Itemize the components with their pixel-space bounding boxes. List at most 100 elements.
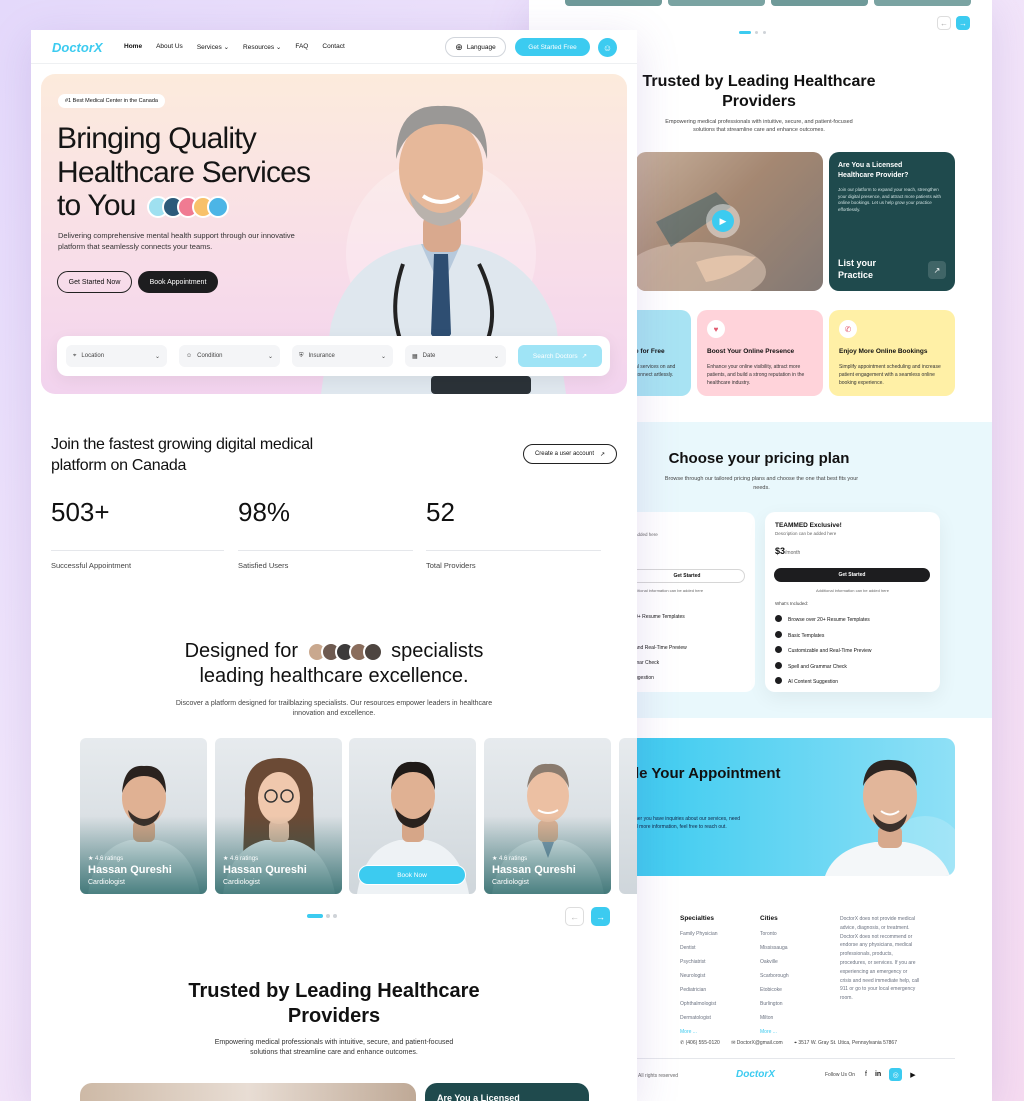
pricing-card-right: TEAMMED Exclusive! Description can be ad…	[765, 512, 940, 692]
logo[interactable]: DoctorX	[52, 40, 103, 55]
footer-rights: All rights reserved	[638, 1073, 679, 1079]
video-card[interactable]: ▶	[636, 152, 823, 291]
stat-3: 52 Total Providers	[426, 497, 601, 570]
phone-icon: ✆	[680, 1040, 685, 1046]
shield-icon: ⛨	[299, 352, 304, 359]
get-started-now-button[interactable]: Get Started Now	[57, 271, 132, 293]
footer-disclaimer: DoctorX does not provide medical advice,…	[840, 916, 920, 1002]
date-select[interactable]: ▦ Date ⌄	[405, 345, 506, 367]
doctor-name: Hassan Qureshi	[492, 864, 576, 876]
list-item: AI Content Suggestion	[775, 675, 871, 691]
doctor-carousel-dots[interactable]	[307, 914, 337, 918]
footer-contact: ✆ (406) 555-0120 ✉ DoctorX@gmail.com ⌖ 3…	[680, 1040, 897, 1046]
doctors-next-button[interactable]: →	[591, 907, 610, 926]
appointment-banner: le Your Appointment her you have inquiri…	[629, 738, 955, 876]
navbar: DoctorX Home About Us Services ⌄ Resourc…	[31, 30, 637, 64]
list-item: Spell and Grammar Check	[775, 660, 871, 676]
trusted-title-left: Trusted by Leading Healthcare Providers	[188, 980, 480, 1027]
trusted-subtitle: Empowering medical professionals with in…	[665, 119, 853, 133]
book-now-button[interactable]: Book Now	[358, 865, 466, 885]
designed-subtitle: Discover a platform designed for trailbl…	[175, 700, 493, 717]
search-doctors-button[interactable]: Search Doctors ↗	[518, 345, 602, 367]
language-button[interactable]: ⊕ Language	[445, 37, 506, 57]
location-pin-icon: ⌖	[73, 352, 77, 359]
heart-hand-icon: ♥	[707, 320, 725, 338]
nav-about[interactable]: About Us	[156, 43, 183, 51]
doctors-prev-button[interactable]: ←	[565, 907, 584, 926]
list-item: Basic Templates	[775, 629, 871, 645]
left-get-started-button[interactable]: Get Started	[629, 569, 745, 583]
arrow-up-right-icon[interactable]: ↗	[928, 261, 946, 279]
user-icon[interactable]: ☺	[598, 38, 617, 57]
arrow-up-right-icon: ↗	[581, 353, 588, 360]
instagram-icon[interactable]: ◎	[889, 1068, 903, 1081]
pricing-card-left: added here Get Started ditional informat…	[629, 512, 755, 692]
nav-home[interactable]: Home	[124, 43, 142, 51]
doctor-name: Hassan Qureshi	[88, 864, 172, 876]
calendar-icon: ▦	[412, 353, 418, 360]
designed-title: Designed for specialists leading healthc…	[184, 640, 484, 687]
top-cut-cards	[565, 0, 995, 6]
provider-card-cut[interactable]: Are You a Licensed	[425, 1083, 589, 1101]
user-circle-icon: ☺	[186, 353, 193, 359]
nav-faq[interactable]: FAQ	[295, 43, 308, 51]
get-started-free-button[interactable]: Get Started Free	[515, 38, 590, 56]
provider-card-cta: List your Practice	[838, 258, 877, 280]
nav-links: Home About Us Services ⌄ Resources ⌄ FAQ…	[124, 43, 345, 51]
doctor-role: Cardiologist	[223, 879, 260, 886]
hero-title: Bringing Quality Healthcare Services to …	[57, 122, 311, 222]
play-button[interactable]: ▶	[706, 204, 740, 238]
book-appointment-button[interactable]: Book Appointment	[138, 271, 218, 293]
nav-services[interactable]: Services ⌄	[197, 43, 229, 51]
stats-heading: Join the fastest growing digital medical…	[51, 436, 313, 474]
list-item: Browse over 20+ Resume Templates	[775, 613, 871, 629]
linkedin-icon[interactable]: in	[875, 1071, 881, 1078]
doctor-role: Cardiologist	[88, 879, 125, 886]
search-bar: ⌖ Location ⌄ ☺ Condition ⌄ ⛨ Insurance ⌄ ▦ Date…	[57, 336, 610, 376]
doctor-card-1[interactable]: ★ 4.6 ratings Hassan Qureshi Cardiologis…	[80, 738, 207, 894]
prev-button[interactable]: ←	[937, 16, 951, 30]
condition-select[interactable]: ☺ Condition ⌄	[179, 345, 280, 367]
video-card-cut[interactable]	[80, 1083, 416, 1101]
location-select[interactable]: ⌖ Location ⌄	[66, 345, 167, 367]
arrow-up-right-icon: ↗	[600, 451, 606, 458]
check-icon	[775, 646, 782, 653]
doctor-card-2[interactable]: ★ 4.6 ratings Hassan Qureshi Cardiologis…	[215, 738, 342, 894]
insurance-select[interactable]: ⛨ Insurance ⌄	[292, 345, 393, 367]
footer-logo[interactable]: DoctorX	[736, 1069, 775, 1080]
doctor-role: Cardiologist	[492, 879, 529, 886]
pricing-title: Choose your pricing plan	[668, 450, 850, 467]
provider-card-text: Join our platform to expand your reach, …	[838, 187, 942, 212]
chevron-down-icon: ⌄	[223, 44, 230, 51]
doctor-card-4[interactable]: ★ 4.6 ratings Hassan Qureshi Cardiologis…	[484, 738, 611, 894]
provider-card[interactable]: Are You a Licensed Healthcare Provider? …	[829, 152, 955, 291]
social-icons: f in ◎ ▶	[865, 1068, 916, 1081]
nav-resources[interactable]: Resources ⌄	[243, 43, 281, 51]
avatar	[362, 641, 383, 662]
check-icon	[775, 615, 782, 622]
list-item: Customizable and Real-Time Preview	[775, 644, 871, 660]
footer-cities: Cities Toronto Mississauga Oakville Scarbor…	[760, 915, 789, 1035]
nav-contact[interactable]: Contact	[322, 43, 344, 51]
trusted-subtitle-left: Empowering medical professionals with in…	[214, 1039, 454, 1056]
next-button[interactable]: →	[956, 16, 970, 30]
check-icon	[775, 661, 782, 669]
left-page: DoctorX Home About Us Services ⌄ Resourc…	[31, 30, 637, 1101]
chevron-down-icon: ⌄	[275, 44, 282, 51]
check-icon	[775, 677, 782, 684]
follow-label: Follow Us On	[825, 1072, 856, 1078]
plan-get-started-button[interactable]: Get Started	[774, 568, 930, 582]
location-pin-icon: ⌖	[794, 1040, 797, 1046]
hero: #1 Best Medical Center in the Canada Bri…	[41, 74, 627, 394]
carousel-dots[interactable]	[739, 21, 766, 39]
pricing-subtitle: Browse through our tailored pricing plan…	[664, 476, 859, 491]
trusted-title: Trusted by Leading Healthcare Providers	[642, 73, 876, 110]
globe-icon: ⊕	[455, 41, 463, 52]
create-account-button[interactable]: Create a user account ↗	[523, 444, 617, 464]
facebook-icon[interactable]: f	[865, 1071, 867, 1078]
youtube-icon[interactable]: ▶	[910, 1071, 915, 1079]
check-icon	[775, 630, 782, 638]
doctor-card-3[interactable]: Book Now	[349, 738, 476, 894]
chevron-down-icon: ⌄	[267, 353, 273, 360]
doctor-card-5[interactable]	[619, 738, 637, 894]
